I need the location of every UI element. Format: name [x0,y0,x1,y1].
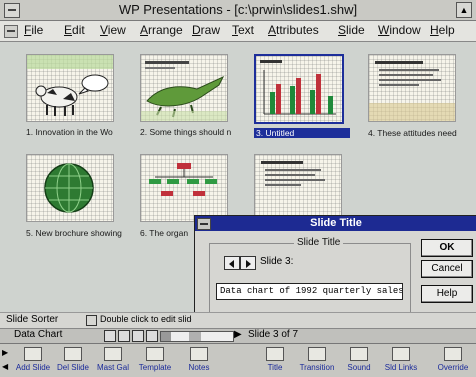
sound-icon [350,347,368,361]
arrow-right-icon [246,260,251,268]
master-gallery-button[interactable]: Mast Gal [94,344,132,377]
menu-bar: File Edit View Arrange Draw Text Attribu… [0,21,476,42]
slide-thumbnail-3[interactable] [254,54,344,124]
status-bar: Slide Sorter Double click to edit slide [0,312,476,328]
text-slide-icon [369,61,455,121]
slide-title-dialog: Slide Title Slide Title Slide 3: Data ch… [194,215,476,327]
text-slide-icon [261,161,325,186]
slide-thumbnail-2[interactable] [140,54,228,122]
view-outline-icon[interactable] [104,330,116,342]
slide-toolbar: ▶ ◀ Add Slide Del Slide Mast Gal Templat… [0,343,476,377]
slide-number-label: Slide 3: [260,256,294,267]
override-button[interactable]: Override [432,344,474,377]
menu-help[interactable]: Help [430,23,455,37]
slide-title-group: Slide Title Slide 3: Data chart of 1992 … [209,237,411,319]
transition-button[interactable]: Transition [296,344,338,377]
app-window: WP Presentations - [c:\prwin\slides1.shw… [0,0,476,377]
template-label: Data Chart [14,329,63,340]
cow-clipart-icon [27,55,113,116]
links-icon [392,347,410,361]
view-mode-label: Slide Sorter [6,314,59,325]
title-icon [266,347,284,361]
slide-scroll-right-icon[interactable]: ▶ [234,329,242,340]
menu-edit[interactable]: Edit [64,23,85,37]
template-icon [146,347,164,361]
transition-icon [308,347,326,361]
toolbar-scroll-left-icon[interactable]: ◀ [2,362,8,371]
org-chart-icon [149,163,217,196]
slide-scrollbar[interactable] [160,331,234,342]
dialog-title: Slide Title [310,217,362,229]
bar-chart-clipart-icon [260,60,336,115]
menu-file[interactable]: File [24,23,43,37]
toolbar-scroll-right-icon[interactable]: ▶ [2,348,8,357]
dialog-system-menu-icon[interactable] [197,218,211,230]
title-bar[interactable]: WP Presentations - [c:\prwin\slides1.shw… [0,0,476,21]
view-runtime-icon[interactable] [146,330,158,342]
cancel-button[interactable]: Cancel [421,260,473,278]
view-editor-icon[interactable] [118,330,130,342]
notes-icon [190,347,208,361]
scroll-left-icon[interactable] [161,332,171,341]
add-slide-button[interactable]: Add Slide [14,344,52,377]
group-label: Slide Title [294,237,344,248]
delete-slide-icon [64,347,82,361]
dialog-title-bar[interactable]: Slide Title [195,216,476,231]
delete-slide-button[interactable]: Del Slide [54,344,92,377]
slide-caption-3[interactable]: 3. Untitled [254,128,350,138]
add-slide-icon [24,347,42,361]
slide-thumbnail-7[interactable] [254,154,342,222]
slide-thumbnail-1[interactable] [26,54,114,122]
slide-thumbnail-4[interactable] [368,54,456,122]
slide-position: Slide 3 of 7 [248,329,299,340]
menu-arrange[interactable]: Arrange [140,23,183,37]
menu-draw[interactable]: Draw [192,23,220,37]
slide-title-input[interactable]: Data chart of 1992 quarterly sales figur… [216,283,403,300]
menu-view[interactable]: View [100,23,126,37]
slide-caption-2[interactable]: 2. Some things should n [140,127,240,137]
navigation-bar: Data Chart ▶ Slide 3 of 7 [0,328,476,343]
menu-attributes[interactable]: Attributes [268,23,319,37]
globe-clipart-icon [44,163,94,213]
slide-caption-1[interactable]: 1. Innovation in the Wo [26,127,124,137]
gallery-icon [104,347,122,361]
slide-caption-4[interactable]: 4. These attitudes need [368,128,468,138]
help-button[interactable]: Help [421,285,473,303]
slide-icon [86,315,97,326]
ok-button[interactable]: OK [421,239,473,257]
template-button[interactable]: Template [134,344,176,377]
notes-button[interactable]: Notes [180,344,218,377]
next-slide-button[interactable] [240,256,256,270]
slide-thumbnail-6[interactable] [140,154,228,222]
scroll-thumb[interactable] [189,332,201,341]
alligator-clipart-icon [141,61,227,121]
slide-caption-5[interactable]: 5. New brochure showing [26,228,126,238]
arrow-left-icon [229,260,234,268]
menu-window[interactable]: Window [378,23,421,37]
previous-slide-button[interactable] [224,256,240,270]
document-menu-icon[interactable] [4,25,18,38]
menu-slide[interactable]: Slide [338,23,365,37]
slide-links-button[interactable]: Sld Links [382,344,420,377]
slide-thumbnail-5[interactable] [26,154,114,222]
menu-text[interactable]: Text [232,23,254,37]
sound-button[interactable]: Sound [340,344,378,377]
slide-caption-6[interactable]: 6. The organ [140,228,196,238]
override-icon [444,347,462,361]
window-title: WP Presentations - [c:\prwin\slides1.shw… [118,2,358,17]
view-sorter-icon[interactable] [132,330,144,342]
maximize-icon[interactable]: ▲ [456,2,472,18]
title-button[interactable]: Title [256,344,294,377]
status-hint: Double click to edit slide [100,314,192,324]
